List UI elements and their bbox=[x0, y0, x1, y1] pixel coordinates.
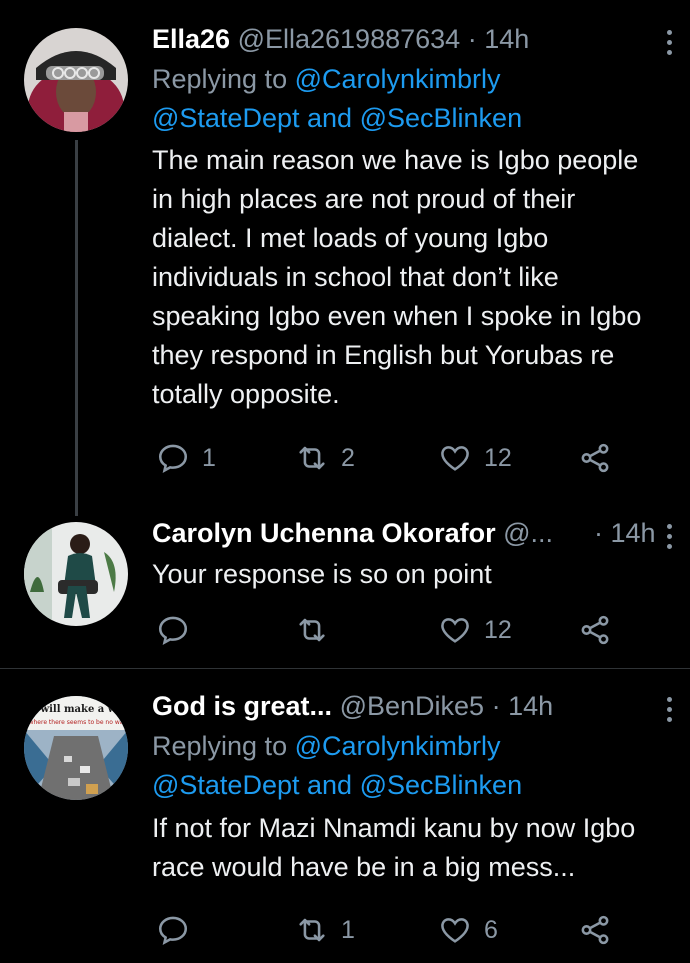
tweet-text: The main reason we have is Igbo people i… bbox=[152, 145, 642, 409]
like-icon bbox=[441, 446, 469, 471]
replying-to-label: Replying to bbox=[152, 64, 288, 94]
replying-to-label: Replying to bbox=[152, 731, 288, 761]
avatar[interactable]: od will make a way where there seems to … bbox=[24, 696, 128, 800]
more-icon[interactable] bbox=[658, 518, 680, 554]
like-count: 12 bbox=[484, 615, 512, 644]
avatar-caption: od will make a way bbox=[24, 704, 128, 715]
user-handle[interactable]: @Ella2619887634 bbox=[238, 24, 461, 54]
reply-count: 1 bbox=[202, 443, 216, 472]
tweet-text: Your response is so on point bbox=[152, 559, 492, 589]
like-count: 6 bbox=[484, 915, 498, 944]
retweet-count: 2 bbox=[341, 443, 355, 472]
like-button[interactable]: 6 bbox=[438, 910, 498, 950]
avatar[interactable] bbox=[24, 522, 128, 626]
user-handle[interactable]: @... bbox=[503, 518, 553, 548]
reply-button[interactable] bbox=[156, 610, 202, 650]
avatar-caption-sub: where there seems to be no wa bbox=[29, 719, 124, 726]
mention-link[interactable]: @Carolynkimbrly bbox=[295, 731, 501, 761]
timestamp[interactable]: 14h bbox=[611, 518, 656, 548]
retweet-icon bbox=[299, 918, 325, 942]
thread-line bbox=[75, 140, 78, 516]
timestamp[interactable]: 14h bbox=[484, 24, 529, 54]
share-button[interactable] bbox=[578, 910, 624, 950]
like-icon bbox=[441, 918, 469, 943]
like-button[interactable]: 12 bbox=[438, 610, 512, 650]
more-icon[interactable] bbox=[658, 691, 680, 727]
like-count: 12 bbox=[484, 443, 512, 472]
tweet-actions: 1 6 bbox=[152, 910, 632, 950]
tweet-1[interactable]: Ella26 @Ella2619887634 · 14h Replying to… bbox=[0, 0, 690, 516]
retweet-icon bbox=[299, 618, 325, 642]
retweet-icon bbox=[299, 446, 325, 470]
replying-to-line-2: @StateDept and @SecBlinken bbox=[152, 99, 680, 138]
retweet-button[interactable]: 1 bbox=[295, 910, 355, 950]
tweet-header: Ella26 @Ella2619887634 · 14h bbox=[152, 24, 680, 60]
mention-link[interactable]: @SecBlinken bbox=[360, 770, 523, 800]
retweet-count: 1 bbox=[341, 915, 355, 944]
user-handle[interactable]: @BenDike5 bbox=[340, 691, 484, 721]
replying-to: Replying to @Carolynkimbrly bbox=[152, 727, 680, 766]
display-name[interactable]: God is great... bbox=[152, 691, 332, 721]
separator-dot: · bbox=[491, 691, 501, 721]
like-icon bbox=[441, 618, 469, 643]
tweet-header: Carolyn Uchenna Okorafor @... · 14h bbox=[152, 518, 680, 554]
mention-link[interactable]: @StateDept bbox=[152, 770, 300, 800]
timestamp[interactable]: 14h bbox=[508, 691, 553, 721]
more-icon[interactable] bbox=[658, 24, 680, 60]
reply-icon bbox=[158, 916, 188, 945]
replying-to-line-2: @StateDept and @SecBlinken bbox=[152, 766, 680, 805]
reply-icon bbox=[158, 444, 188, 473]
mention-link[interactable]: @SecBlinken bbox=[360, 103, 523, 133]
display-name[interactable]: Carolyn Uchenna Okorafor bbox=[152, 518, 496, 548]
share-button[interactable] bbox=[578, 438, 624, 478]
tweet-3[interactable]: od will make a way where there seems to … bbox=[0, 669, 690, 963]
share-button[interactable] bbox=[578, 610, 624, 650]
separator-dot: · bbox=[594, 518, 603, 548]
tweet-2[interactable]: Carolyn Uchenna Okorafor @... · 14h Your… bbox=[0, 500, 690, 668]
mention-link[interactable]: @Carolynkimbrly bbox=[295, 64, 501, 94]
mention-link[interactable]: @StateDept bbox=[152, 103, 300, 133]
tweet-actions: 12 bbox=[152, 610, 632, 650]
display-name[interactable]: Ella26 bbox=[152, 24, 230, 54]
retweet-button[interactable] bbox=[295, 610, 341, 650]
avatar[interactable] bbox=[24, 28, 128, 132]
share-icon bbox=[581, 443, 609, 473]
share-icon bbox=[581, 915, 609, 945]
tweet-header: God is great... @BenDike5 · 14h bbox=[152, 691, 680, 727]
reply-icon bbox=[158, 616, 188, 645]
tweet-actions: 1 2 12 bbox=[152, 438, 632, 478]
reply-button[interactable]: 1 bbox=[156, 438, 216, 478]
retweet-button[interactable]: 2 bbox=[295, 438, 355, 478]
reply-button[interactable] bbox=[156, 910, 202, 950]
and-label: and bbox=[307, 103, 353, 133]
separator-dot: · bbox=[467, 24, 477, 54]
tweet-text: If not for Mazi Nnamdi kanu by now Igbo … bbox=[152, 813, 636, 882]
and-label: and bbox=[307, 770, 353, 800]
replying-to: Replying to @Carolynkimbrly bbox=[152, 60, 680, 99]
share-icon bbox=[581, 615, 609, 645]
like-button[interactable]: 12 bbox=[438, 438, 512, 478]
